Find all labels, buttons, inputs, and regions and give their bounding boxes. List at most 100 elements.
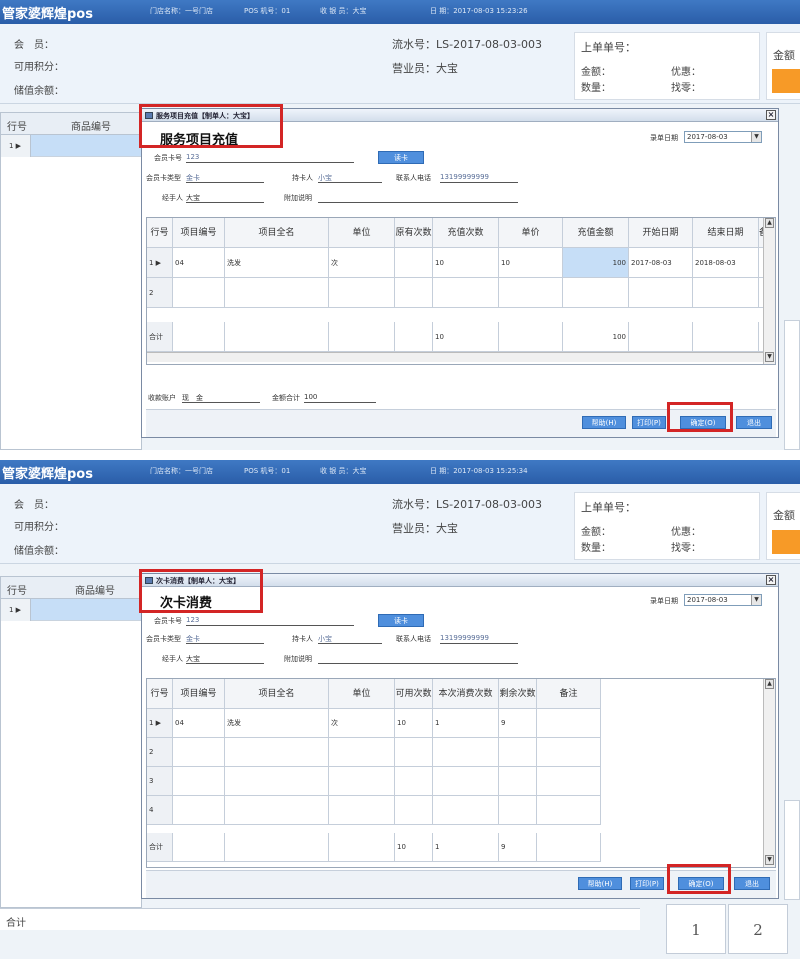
total-cell xyxy=(395,322,433,352)
table-cell[interactable]: 04 xyxy=(173,248,225,278)
table-cell[interactable]: 2018-08-03 xyxy=(693,248,759,278)
table-cell[interactable] xyxy=(329,796,395,825)
table-cell[interactable] xyxy=(225,738,329,767)
table-cell[interactable] xyxy=(173,738,225,767)
chevron-down-icon[interactable]: ▼ xyxy=(751,595,761,605)
numpad-key-2[interactable]: 2 xyxy=(728,904,788,954)
selected-cell[interactable] xyxy=(31,135,141,156)
cashier: 收 银 员：大宝 xyxy=(320,7,367,15)
table-cell[interactable] xyxy=(225,796,329,825)
date-picker[interactable]: 2017-08-03 ▼ xyxy=(684,131,762,143)
phone-underline xyxy=(440,182,518,183)
table-cell[interactable] xyxy=(537,709,601,738)
table-cell[interactable] xyxy=(433,796,499,825)
exit-button[interactable]: 退出 xyxy=(736,416,772,429)
phone-field[interactable]: 13199999999 xyxy=(440,634,489,642)
balance-label: 储值余额： xyxy=(14,86,64,97)
date-picker[interactable]: 2017-08-03 ▼ xyxy=(684,594,762,606)
scroll-down-icon[interactable]: ▼ xyxy=(765,855,774,865)
table-cell[interactable] xyxy=(433,767,499,796)
table-cell[interactable]: 次 xyxy=(329,709,395,738)
row-number: 1 ▶ xyxy=(1,135,31,157)
table-cell[interactable] xyxy=(225,278,329,308)
table-cell[interactable] xyxy=(173,796,225,825)
table-cell[interactable] xyxy=(537,796,601,825)
table-cell[interactable] xyxy=(499,738,537,767)
table-cell[interactable] xyxy=(173,278,225,308)
table-cell[interactable] xyxy=(563,278,629,308)
read-card-button[interactable]: 读卡 xyxy=(378,614,424,627)
change-label: 找零： xyxy=(671,543,701,554)
screenshot-recharge: 管家婆辉煌pos 门店名称：一号门店 POS 机号：01 收 银 员：大宝 日 … xyxy=(0,0,800,450)
help-button[interactable]: 帮助(H) xyxy=(578,877,622,890)
help-button[interactable]: 帮助(H) xyxy=(582,416,626,429)
column-header: 行号 xyxy=(147,218,173,248)
holder-label: 持卡人 xyxy=(292,635,313,643)
table-cell[interactable] xyxy=(499,278,563,308)
table-cell[interactable] xyxy=(329,767,395,796)
table-cell[interactable] xyxy=(433,738,499,767)
scroll-up-icon[interactable]: ▲ xyxy=(765,679,774,689)
table-cell[interactable] xyxy=(395,796,433,825)
payment-button[interactable] xyxy=(772,530,800,554)
close-icon[interactable]: × xyxy=(766,110,776,120)
table-cell[interactable] xyxy=(499,796,537,825)
table-cell[interactable] xyxy=(225,767,329,796)
scroll-up-icon[interactable]: ▲ xyxy=(765,218,774,228)
vertical-scrollbar[interactable]: ▲ ▼ xyxy=(763,218,775,364)
side-panel xyxy=(784,800,800,900)
table-cell[interactable]: 次 xyxy=(329,248,395,278)
row-number: 1 ▶ xyxy=(147,248,173,278)
table-cell[interactable] xyxy=(329,738,395,767)
table-cell[interactable]: 2017-08-03 xyxy=(629,248,693,278)
date-value: 2017-08-03 xyxy=(687,133,728,141)
table-cell[interactable] xyxy=(537,738,601,767)
table-cell[interactable] xyxy=(395,767,433,796)
total-cell: 10 xyxy=(433,322,499,352)
numpad-key-1[interactable]: 1 xyxy=(666,904,726,954)
print-button[interactable]: 打印(P) xyxy=(630,877,664,890)
total-cell: 10 xyxy=(395,833,433,862)
confirm-button[interactable]: 确定(O) xyxy=(678,877,724,890)
table-cell[interactable]: 洗发 xyxy=(225,709,329,738)
qty-label: 数量： xyxy=(581,83,611,94)
confirm-button[interactable]: 确定(O) xyxy=(680,416,726,429)
scroll-down-icon[interactable]: ▼ xyxy=(765,352,774,362)
table-cell[interactable] xyxy=(433,278,499,308)
table-cell[interactable]: 1 xyxy=(433,709,499,738)
table-cell[interactable]: 10 xyxy=(395,709,433,738)
exit-button[interactable]: 退出 xyxy=(734,877,770,890)
horizontal-scrollbar[interactable] xyxy=(147,352,763,362)
chevron-down-icon[interactable]: ▼ xyxy=(751,132,761,142)
vertical-scrollbar[interactable]: ▲ ▼ xyxy=(763,679,775,867)
table-cell[interactable] xyxy=(395,248,433,278)
window-icon xyxy=(145,112,153,119)
table-cell[interactable]: 04 xyxy=(173,709,225,738)
table-cell[interactable]: 洗发 xyxy=(225,248,329,278)
table-cell[interactable] xyxy=(395,738,433,767)
column-header: 单价 xyxy=(499,218,563,248)
table-cell[interactable] xyxy=(329,278,395,308)
table-cell[interactable] xyxy=(499,767,537,796)
product-row[interactable]: 1 ▶ xyxy=(1,599,141,621)
selected-cell[interactable] xyxy=(31,599,141,620)
read-card-button[interactable]: 读卡 xyxy=(378,151,424,164)
payment-button[interactable] xyxy=(772,69,800,93)
table-cell[interactable] xyxy=(629,278,693,308)
product-row[interactable]: 1 ▶ xyxy=(1,135,141,157)
print-button[interactable]: 打印(P) xyxy=(632,416,666,429)
table-cell[interactable]: 10 xyxy=(499,248,563,278)
table-cell[interactable] xyxy=(537,767,601,796)
table-cell[interactable] xyxy=(173,767,225,796)
column-header: 单位 xyxy=(329,679,395,709)
table-cell[interactable]: 100 xyxy=(563,248,629,278)
table-cell[interactable]: 10 xyxy=(433,248,499,278)
card-no-field[interactable]: 123 xyxy=(186,153,199,161)
card-no-field[interactable]: 123 xyxy=(186,616,199,624)
table-cell[interactable] xyxy=(395,278,433,308)
close-icon[interactable]: × xyxy=(766,575,776,585)
phone-field[interactable]: 13199999999 xyxy=(440,173,489,181)
table-cell[interactable]: 9 xyxy=(499,709,537,738)
table-cell[interactable] xyxy=(693,278,759,308)
dialog-title: 次卡消费【制单人：大宝】 xyxy=(156,577,240,585)
